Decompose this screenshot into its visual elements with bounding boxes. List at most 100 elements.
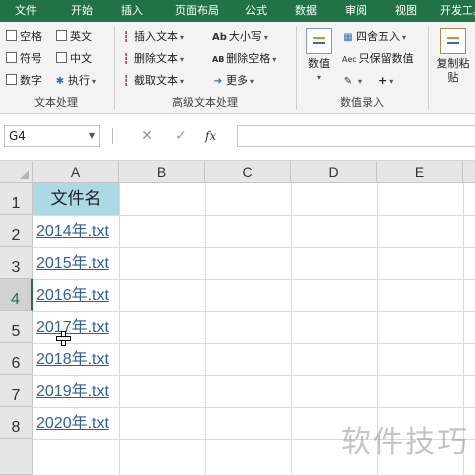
value-button[interactable]: 数值 ▾ — [300, 28, 338, 85]
execute-icon: ✱ — [55, 76, 65, 87]
file-link-2020[interactable]: 2020年.txt — [36, 407, 109, 439]
chevron-down-icon: ▾ — [402, 33, 407, 42]
ribbon-divider — [428, 26, 429, 110]
chevron-down-icon: ▾ — [92, 77, 97, 86]
insert-text-label: 插入文本 — [134, 30, 178, 43]
keep-value-button[interactable]: Aec 只保留数值 — [342, 50, 414, 68]
value-label: 数值 — [308, 57, 330, 70]
case-button[interactable]: Ab 大小写 ▾ — [212, 28, 268, 46]
ribbon-divider — [296, 26, 297, 110]
checkbox-english[interactable]: 英文 — [56, 28, 92, 46]
copy-paste-button[interactable]: 复制粘 贴 — [432, 28, 474, 85]
tab-review[interactable]: 审阅 — [338, 0, 374, 22]
chevron-down-icon: ▾ — [316, 73, 321, 82]
round-button[interactable]: ▦ 四舍五入 ▾ — [342, 28, 406, 46]
row-header-2[interactable]: 2 — [0, 215, 33, 247]
arrow-right-icon: ➔ — [213, 76, 223, 87]
file-link-2014[interactable]: 2014年.txt — [36, 215, 109, 247]
file-link-2018[interactable]: 2018年.txt — [36, 343, 109, 375]
column-header-c[interactable]: C — [205, 161, 291, 183]
column-header-e[interactable]: E — [377, 161, 463, 183]
more-label: 更多 — [226, 74, 248, 87]
extract-text-button[interactable]: ┇ 截取文本 ▾ — [120, 72, 184, 90]
checkbox-icon — [6, 74, 17, 85]
enter-icon[interactable]: ✓ — [171, 125, 191, 147]
edit-button[interactable]: ✎ ▾ — [342, 72, 362, 90]
chevron-down-icon: ▾ — [389, 77, 394, 86]
gridline — [119, 183, 120, 475]
case-icon: Ab — [212, 32, 227, 43]
formula-input[interactable] — [237, 125, 475, 147]
tab-page-layout[interactable]: 页面布局 — [166, 0, 228, 22]
plus-label: + — [378, 74, 388, 87]
checkbox-symbol[interactable]: 符号 — [6, 50, 42, 68]
more-button[interactable]: ➔ 更多 ▾ — [212, 72, 254, 90]
copy-paste-label-2: 贴 — [447, 71, 459, 84]
round-label: 四舍五入 — [356, 30, 400, 43]
execute-label: 执行 — [68, 74, 90, 87]
tab-home[interactable]: 开始 — [62, 0, 102, 22]
case-label: 大小写 — [228, 30, 262, 43]
column-header-b[interactable]: B — [119, 161, 205, 183]
extract-text-label: 截取文本 — [134, 74, 178, 87]
checkbox-number-label: 数字 — [20, 74, 42, 87]
row-header-7[interactable]: 7 — [0, 375, 33, 407]
select-all-button[interactable] — [0, 161, 33, 183]
chevron-down-icon: ▼ — [88, 131, 95, 140]
checkbox-symbol-label: 符号 — [20, 52, 42, 65]
row-header-5[interactable]: 5 — [0, 311, 33, 343]
keep-value-label: 只保留数值 — [358, 52, 414, 65]
row-header-9[interactable] — [0, 439, 33, 475]
insert-text-button[interactable]: ┇ 插入文本 ▾ — [120, 28, 184, 46]
checkbox-icon — [56, 52, 67, 63]
gridline — [291, 183, 292, 475]
file-link-2015[interactable]: 2015年.txt — [36, 247, 109, 279]
delete-text-button[interactable]: ┇ 删除文本 ▾ — [120, 50, 184, 68]
row-header-4[interactable]: 4 — [0, 279, 33, 311]
column-header-a[interactable]: A — [33, 161, 119, 183]
chevron-down-icon: ▾ — [272, 55, 277, 64]
tab-file[interactable]: 文件 — [6, 0, 46, 22]
row-header-3[interactable]: 3 — [0, 247, 33, 279]
checkbox-icon — [56, 30, 67, 41]
delete-space-button[interactable]: AB 删除空格 ▾ — [212, 50, 276, 68]
formula-bar: G4 ▼ ✕ ✓ fx — [0, 115, 475, 161]
tab-insert[interactable]: 插入 — [112, 0, 152, 22]
formula-bar-divider — [112, 128, 113, 144]
checkbox-number[interactable]: 数字 — [6, 72, 42, 90]
ribbon-divider — [114, 26, 115, 110]
delete-space-label: 删除空格 — [226, 52, 271, 65]
column-header-d[interactable]: D — [291, 161, 377, 183]
header-cell-filename[interactable]: 文件名 — [33, 183, 119, 215]
mouse-cursor-icon — [56, 331, 71, 346]
tab-view[interactable]: 视图 — [388, 0, 424, 22]
tab-developer[interactable]: 开发工具 — [432, 0, 475, 22]
tab-formulas[interactable]: 公式 — [238, 0, 274, 22]
row-header-6[interactable]: 6 — [0, 343, 33, 375]
row-header-8[interactable]: 8 — [0, 407, 33, 439]
plus-button[interactable]: + ▾ — [378, 72, 393, 90]
delete-text-icon: ┇ — [122, 54, 130, 65]
chevron-down-icon: ▾ — [358, 77, 363, 86]
execute-button[interactable]: ✱ 执行 ▾ — [54, 72, 96, 90]
name-box[interactable]: G4 ▼ — [4, 125, 100, 147]
checkbox-chinese[interactable]: 中文 — [56, 50, 92, 68]
group-label-numeric-entry: 数值录入 — [340, 96, 384, 109]
file-link-2019[interactable]: 2019年.txt — [36, 375, 109, 407]
gridline — [205, 183, 206, 475]
insert-text-icon: ┇ — [122, 32, 130, 43]
chevron-down-icon: ▾ — [180, 55, 185, 64]
checkbox-space[interactable]: 空格 — [6, 28, 42, 46]
column-header-f[interactable] — [463, 161, 475, 183]
row-header-1[interactable]: 1 — [0, 183, 33, 215]
tab-data[interactable]: 数据 — [286, 0, 326, 22]
cancel-icon[interactable]: ✕ — [137, 125, 157, 147]
file-link-2017[interactable]: 2017年.txt — [36, 311, 109, 343]
round-icon: ▦ — [343, 32, 353, 43]
ribbon-panel: 空格 英文 符号 中文 数字 ✱ 执行 ▾ 文本处理 ┇ 插入文本 ▾ ┇ 删除文本 ▾ ┇… — [0, 22, 475, 114]
spreadsheet-grid: A B C D E 1 2 3 4 5 6 7 8 文件名 2014年.txt … — [0, 161, 475, 475]
ribbon-tab-bar: 文件 开始 插入 页面布局 公式 数据 审阅 视图 开发工具 — [0, 0, 475, 22]
watermark: 软件技巧 — [341, 425, 469, 460]
file-link-2016[interactable]: 2016年.txt — [36, 279, 109, 311]
insert-function-button[interactable]: fx — [205, 125, 216, 147]
